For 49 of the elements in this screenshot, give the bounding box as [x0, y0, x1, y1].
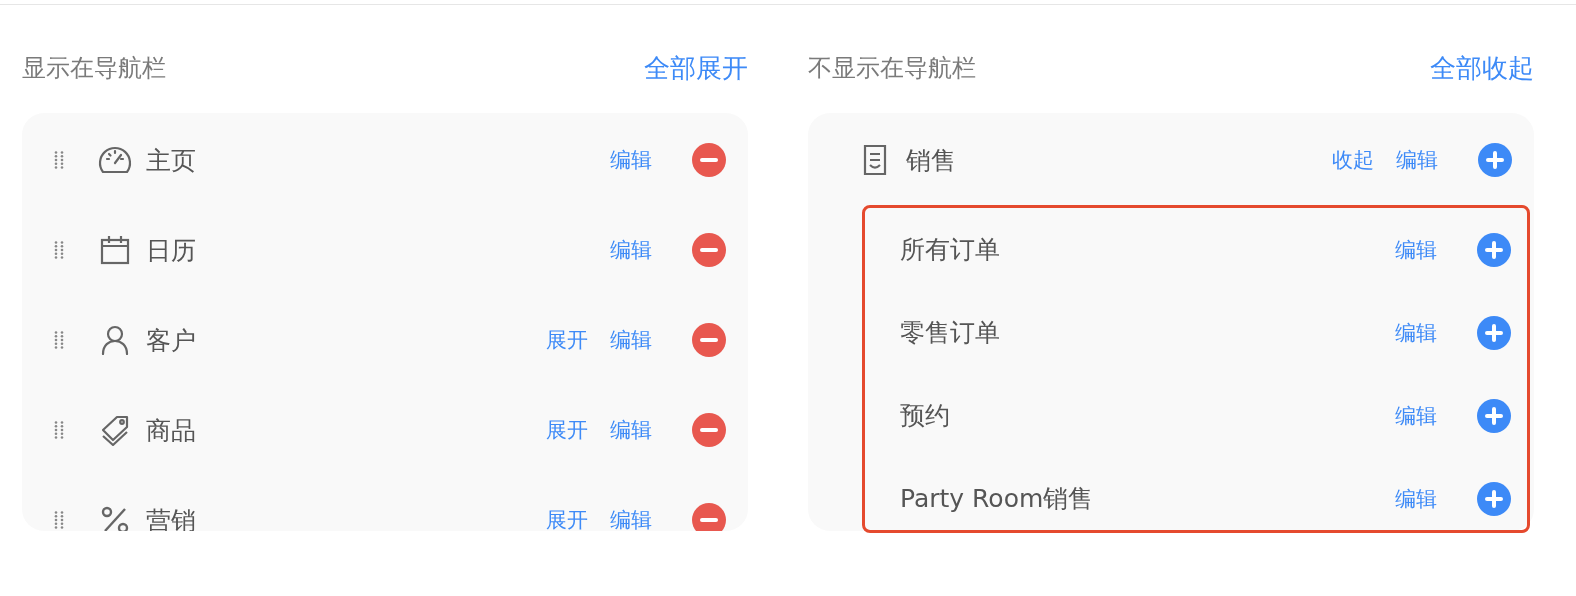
nav-item-label: 商品	[146, 414, 197, 447]
edit-link[interactable]: 编辑	[1395, 235, 1437, 264]
receipt-icon	[863, 144, 887, 176]
nav-item-label: 客户	[146, 324, 197, 357]
edit-link[interactable]: 编辑	[1396, 146, 1438, 174]
remove-icon[interactable]	[692, 233, 726, 267]
add-icon[interactable]	[1477, 398, 1511, 433]
edit-link[interactable]: 编辑	[1395, 484, 1437, 513]
nav-item-label: 预约	[900, 400, 951, 432]
section-title: 显示在导航栏	[22, 53, 166, 84]
drag-handle-icon[interactable]	[54, 241, 64, 259]
speedometer-icon	[98, 145, 132, 175]
section-title: 不显示在导航栏	[808, 53, 976, 84]
collapse-all-link[interactable]: 全部收起	[1430, 50, 1534, 86]
expand-all-link[interactable]: 全部展开	[644, 50, 748, 86]
nav-item-label: 零售订单	[900, 317, 1001, 349]
add-icon[interactable]	[1477, 232, 1511, 267]
tag-icon	[100, 414, 130, 446]
add-icon[interactable]	[1477, 481, 1511, 516]
nav-item-label: 所有订单	[900, 234, 1001, 266]
nav-item-label: 主页	[146, 144, 197, 177]
calendar-icon	[100, 235, 130, 265]
add-icon[interactable]	[1477, 315, 1511, 350]
drag-handle-icon[interactable]	[54, 421, 64, 439]
remove-icon[interactable]	[692, 503, 726, 531]
remove-icon[interactable]	[692, 323, 726, 357]
drag-handle-icon[interactable]	[54, 331, 64, 349]
drag-handle-icon[interactable]	[54, 151, 64, 169]
nav-item-label: 营销	[146, 504, 197, 531]
add-icon[interactable]	[1478, 143, 1512, 177]
edit-link[interactable]: 编辑	[610, 506, 652, 531]
remove-icon[interactable]	[692, 143, 726, 177]
remove-icon[interactable]	[692, 413, 726, 447]
expand-link[interactable]: 展开	[546, 326, 588, 354]
drag-handle-icon[interactable]	[54, 511, 64, 529]
expand-link[interactable]: 展开	[546, 506, 588, 531]
edit-link[interactable]: 编辑	[610, 146, 652, 174]
nav-item-label: Party Room销售	[900, 483, 1095, 515]
collapse-link[interactable]: 收起	[1332, 146, 1374, 174]
edit-link[interactable]: 编辑	[1395, 318, 1437, 347]
person-icon	[101, 325, 129, 355]
nav-item-label: 销售	[906, 144, 957, 177]
expand-link[interactable]: 展开	[546, 416, 588, 444]
percent-icon	[101, 506, 129, 531]
nav-item-label: 日历	[146, 234, 197, 267]
edit-link[interactable]: 编辑	[610, 326, 652, 354]
edit-link[interactable]: 编辑	[1395, 401, 1437, 430]
edit-link[interactable]: 编辑	[610, 416, 652, 444]
edit-link[interactable]: 编辑	[610, 236, 652, 264]
